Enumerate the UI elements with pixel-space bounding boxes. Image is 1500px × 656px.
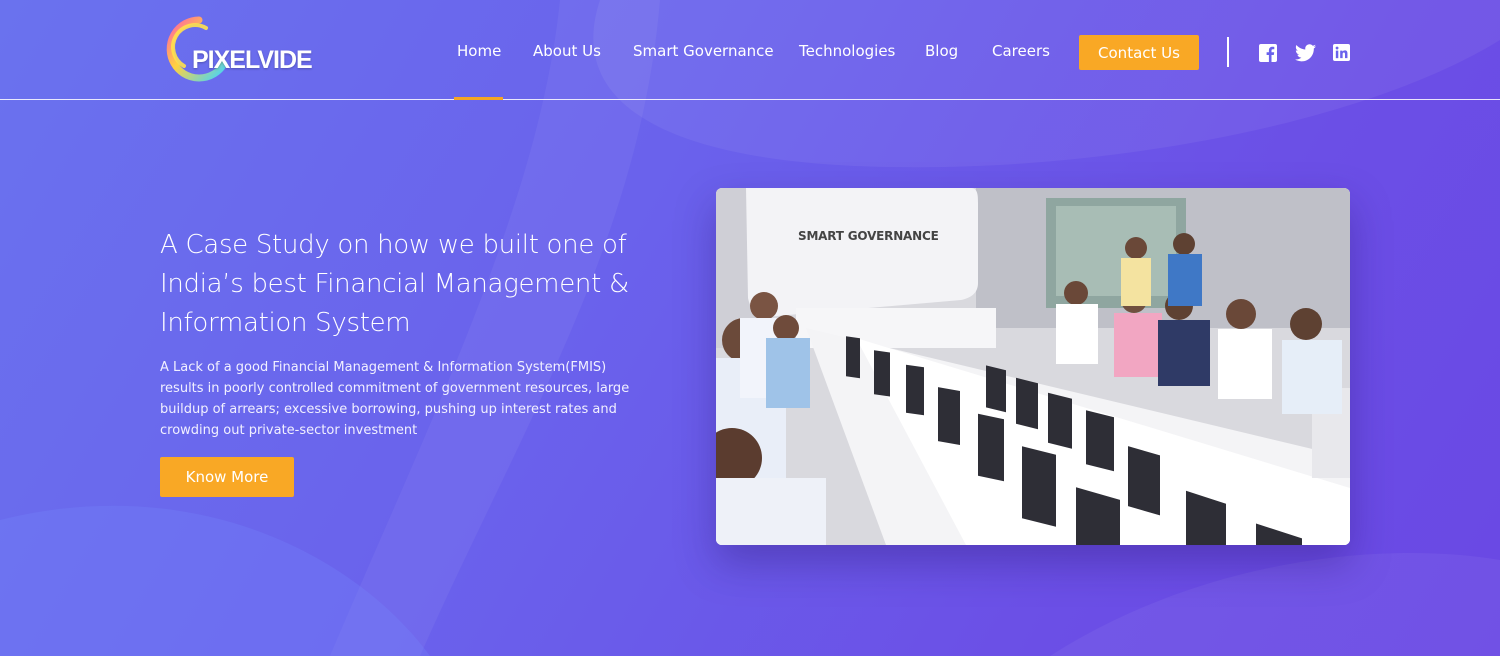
contact-us-button[interactable]: Contact Us (1079, 35, 1199, 70)
nav-item-home[interactable]: Home (457, 42, 501, 60)
know-more-button[interactable]: Know More (160, 457, 294, 497)
nav-item-smart-governance[interactable]: Smart Governance (633, 42, 774, 60)
hero-photo: SMART GOVERNANCE (716, 188, 1350, 545)
hero-title: A Case Study on how we built one of Indi… (160, 230, 629, 338)
brand-name: PIXELVIDE (192, 46, 313, 74)
hero-description: A Lack of a good Financial Management & … (160, 360, 630, 438)
brand-logo[interactable]: PIXELVIDE (166, 16, 316, 84)
linkedin-icon[interactable] (1333, 44, 1350, 61)
nav-item-careers[interactable]: Careers (992, 42, 1050, 60)
facebook-icon[interactable] (1259, 44, 1277, 62)
header-divider (1227, 37, 1229, 67)
nav-item-about-us[interactable]: About Us (533, 42, 601, 60)
nav-item-technologies[interactable]: Technologies (799, 42, 895, 60)
twitter-icon[interactable] (1295, 44, 1316, 62)
active-nav-indicator (454, 97, 503, 100)
nav-item-blog[interactable]: Blog (925, 42, 958, 60)
site-header: PIXELVIDE Home About Us Smart Governance… (0, 0, 1500, 100)
sign-text: SMART GOVERNANCE (798, 229, 939, 243)
